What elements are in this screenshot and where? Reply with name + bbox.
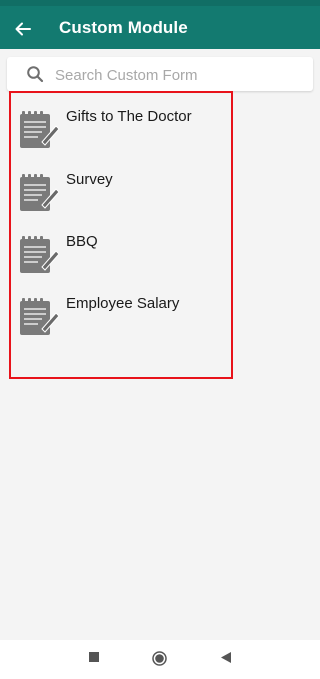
- search-bar[interactable]: [7, 57, 313, 93]
- status-bar: [0, 0, 320, 6]
- search-icon: [27, 66, 44, 83]
- list-item-label: Employee Salary: [66, 295, 180, 312]
- form-document-icon: [20, 298, 60, 335]
- home-icon[interactable]: [152, 651, 167, 666]
- list-item-bbq[interactable]: BBQ: [18, 233, 228, 281]
- app-bar: Custom Module: [0, 0, 320, 49]
- list-item-gifts-to-the-doctor[interactable]: Gifts to The Doctor: [18, 108, 228, 156]
- recent-apps-icon[interactable]: [89, 652, 99, 662]
- page-title: Custom Module: [59, 18, 188, 37]
- list-item-label: BBQ: [66, 233, 98, 250]
- form-document-icon: [20, 174, 60, 211]
- arrow-left-icon: [15, 22, 31, 36]
- back-icon[interactable]: [221, 652, 232, 663]
- list-item-label: Survey: [66, 171, 113, 188]
- list-item-employee-salary[interactable]: Employee Salary: [18, 295, 228, 343]
- system-navigation-bar: [0, 640, 320, 679]
- list-item-label: Gifts to The Doctor: [66, 108, 192, 125]
- back-button[interactable]: [10, 16, 36, 42]
- list-item-survey[interactable]: Survey: [18, 171, 228, 219]
- form-document-icon: [20, 111, 60, 148]
- search-input[interactable]: [53, 57, 307, 93]
- form-document-icon: [20, 236, 60, 273]
